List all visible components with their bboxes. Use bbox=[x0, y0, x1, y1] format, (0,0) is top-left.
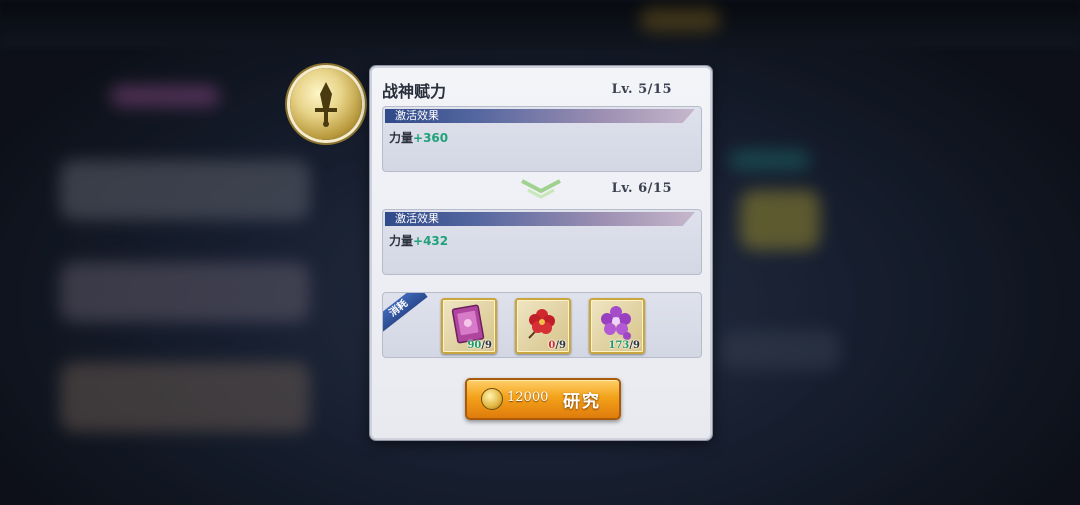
consume-item-book[interactable]: 90/9 bbox=[441, 298, 497, 354]
effect-header-bar: 激活效果 bbox=[385, 109, 695, 123]
effect-stat: 力量 bbox=[389, 234, 414, 248]
consume-ribbon: 消耗 bbox=[383, 293, 428, 334]
skill-title: 战神赋力 bbox=[382, 82, 447, 101]
gold-coin-icon bbox=[481, 388, 503, 410]
item-quantity: 0/9 bbox=[548, 340, 566, 351]
consume-item-purple-flower[interactable]: 173/9 bbox=[589, 298, 645, 354]
effect-value: +360 bbox=[413, 131, 449, 145]
book-icon bbox=[451, 304, 485, 344]
current-level: Lv. 5/15 bbox=[611, 82, 672, 97]
consume-item-red-flower[interactable]: 0/9 bbox=[515, 298, 571, 354]
purple-flower-icon bbox=[601, 306, 631, 340]
item-quantity: 90/9 bbox=[467, 340, 492, 351]
research-button[interactable]: 12000 研究 bbox=[465, 378, 621, 420]
next-effect-box: 激活效果 力量+432 bbox=[382, 209, 702, 275]
next-effect-text: 力量+432 bbox=[389, 232, 448, 249]
effect-header-bar: 激活效果 bbox=[385, 212, 695, 226]
effect-header-label: 激活效果 bbox=[395, 212, 439, 225]
red-flower-icon bbox=[528, 309, 555, 339]
effect-header-label: 激活效果 bbox=[395, 109, 439, 122]
effect-stat: 力量 bbox=[389, 131, 414, 145]
consume-box: 消耗 90/9 0/9 173/9 bbox=[382, 292, 702, 358]
item-quantity: 173/9 bbox=[608, 340, 641, 351]
current-effect-text: 力量+360 bbox=[389, 129, 448, 146]
chevron-down-icon bbox=[521, 179, 561, 199]
sword-icon bbox=[315, 82, 337, 127]
research-cost: 12000 bbox=[507, 390, 549, 405]
research-button-label: 研究 bbox=[563, 392, 601, 412]
skill-research-panel: 战神赋力 Lv. 5/15 激活效果 力量+360 Lv. 6/15 激活效果 … bbox=[370, 66, 712, 440]
skill-sword-icon bbox=[290, 68, 362, 140]
effect-value: +432 bbox=[413, 234, 449, 248]
current-effect-box: 激活效果 力量+360 bbox=[382, 106, 702, 172]
next-level: Lv. 6/15 bbox=[611, 181, 672, 196]
